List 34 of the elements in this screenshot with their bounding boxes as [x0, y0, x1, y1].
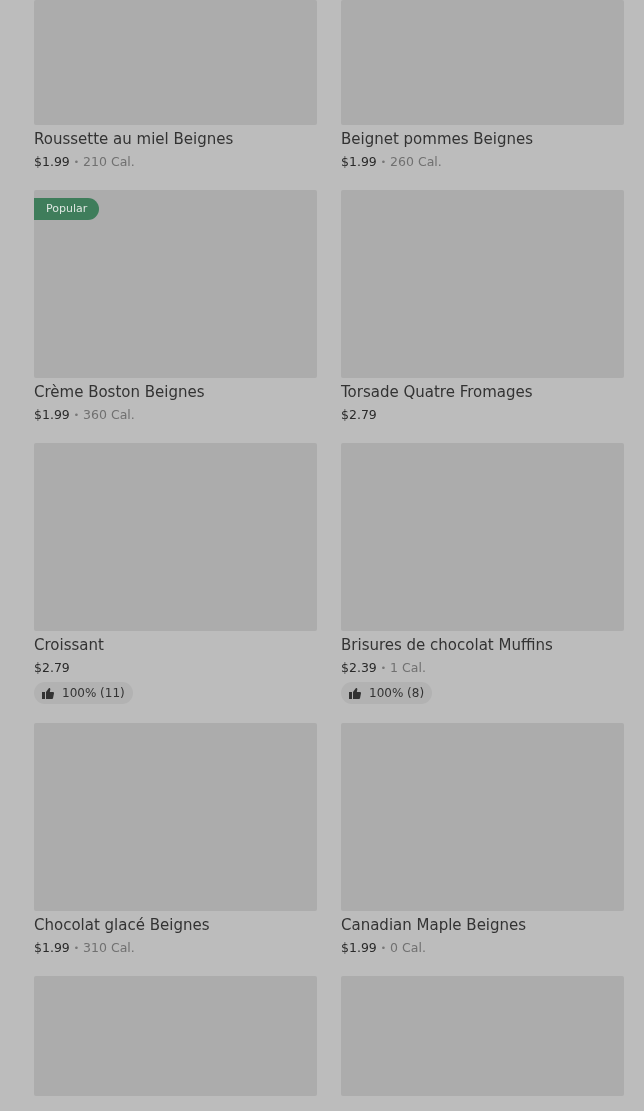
thumbs-up-icon [349, 687, 361, 699]
item-name: Torsade Quatre Fromages [341, 382, 533, 402]
item-calories: 0 Cal. [390, 939, 426, 957]
item-name: Chocolat glacé Beignes [34, 915, 210, 935]
item-price: $1.99 [34, 939, 70, 957]
item-name: Brisures de chocolat Muffins [341, 635, 553, 655]
separator: • [73, 942, 80, 955]
item-name: Canadian Maple Beignes [341, 915, 527, 935]
item-calories: 260 Cal. [390, 153, 442, 171]
thumbs-up-icon [42, 687, 54, 699]
item-price: $2.39 [341, 659, 377, 677]
rating-text: 100% (8) [369, 686, 425, 700]
separator: • [380, 156, 387, 169]
item-image[interactable]: Popular [34, 190, 317, 378]
popular-badge: Popular [34, 198, 100, 220]
item-price: $1.99 [34, 406, 70, 424]
rating-text: 100% (11) [62, 686, 125, 700]
item-calories: 310 Cal. [83, 939, 135, 957]
separator: • [380, 942, 387, 955]
item-price: $1.99 [341, 939, 377, 957]
item-name: Beignet pommes Beignes [341, 129, 534, 149]
item-name: Croissant [34, 635, 104, 655]
separator: • [73, 409, 80, 422]
item-calories: 360 Cal. [83, 406, 135, 424]
item-price: $2.79 [34, 659, 70, 677]
item-name: Roussette au miel Beignes [34, 129, 234, 149]
item-price: $1.99 [341, 153, 377, 171]
item-calories: 210 Cal. [83, 153, 135, 171]
separator: • [73, 156, 80, 169]
item-price: $2.79 [341, 406, 377, 424]
item-price: $1.99 [34, 153, 70, 171]
item-name: Crème Boston Beignes [34, 382, 205, 402]
separator: • [380, 662, 387, 675]
item-calories: 1 Cal. [390, 659, 426, 677]
